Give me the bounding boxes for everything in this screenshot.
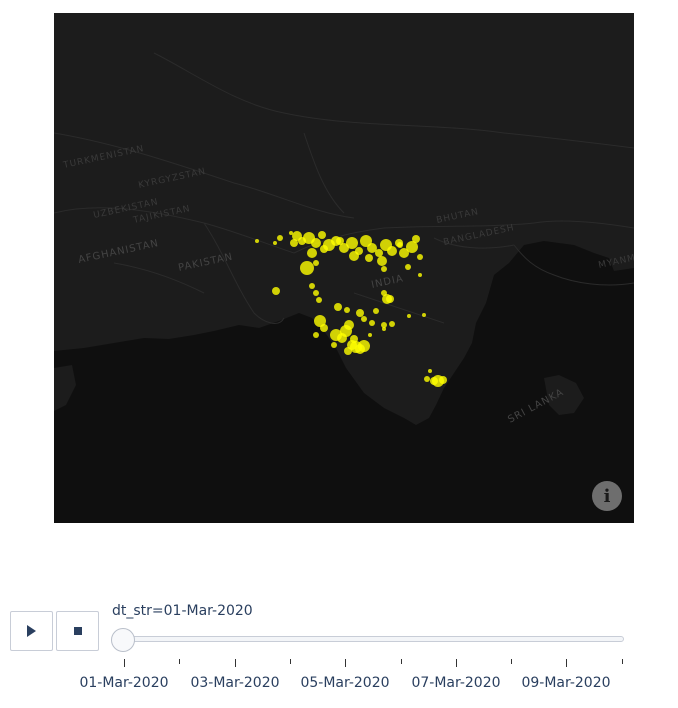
point-marker[interactable] [289,231,293,235]
point-marker[interactable] [349,251,359,261]
slider-tick-label[interactable]: 09-Mar-2020 [521,675,610,691]
point-marker[interactable] [389,321,395,327]
point-marker[interactable] [336,237,344,245]
point-marker[interactable] [356,309,364,317]
point-marker[interactable] [422,313,426,317]
point-marker[interactable] [344,320,354,330]
land-arabia [54,365,76,411]
slider-handle[interactable] [111,628,135,652]
info-icon[interactable]: i [592,481,622,511]
point-marker[interactable] [272,287,280,295]
point-marker[interactable] [418,273,422,277]
point-marker[interactable] [318,231,326,239]
slider-tick-minor [290,659,291,664]
slider-track[interactable] [124,636,624,642]
point-marker[interactable] [439,376,447,384]
play-button[interactable] [10,611,53,651]
slider-tick-label[interactable]: 03-Mar-2020 [190,675,279,691]
map-view[interactable]: TURKMENISTAN UZBEKISTAN KYRGYZSTAN TAJIK… [54,13,634,523]
point-marker[interactable] [277,235,283,241]
point-marker[interactable] [313,332,319,338]
point-marker[interactable] [320,245,328,253]
point-marker[interactable] [387,246,397,256]
point-marker[interactable] [331,342,337,348]
point-marker[interactable] [313,260,319,266]
point-marker[interactable] [307,248,317,258]
point-marker[interactable] [346,237,358,249]
point-marker[interactable] [300,261,314,275]
point-marker[interactable] [309,283,315,289]
point-marker[interactable] [381,266,387,272]
basemap: TURKMENISTAN UZBEKISTAN KYRGYZSTAN TAJIK… [54,13,634,426]
slider-tick-minor [179,659,180,664]
play-icon [27,625,36,637]
point-marker[interactable] [350,335,358,343]
point-marker[interactable] [407,314,411,318]
point-marker[interactable] [358,340,370,352]
point-marker[interactable] [316,297,322,303]
point-marker[interactable] [405,264,411,270]
point-marker[interactable] [344,307,350,313]
slider-tick-minor [511,659,512,664]
slider-tick-label[interactable]: 05-Mar-2020 [300,675,389,691]
slider-current-value: dt_str=01-Mar-2020 [112,603,253,619]
point-marker[interactable] [397,242,403,248]
point-marker[interactable] [368,333,372,337]
point-marker[interactable] [373,308,379,314]
point-marker[interactable] [428,369,432,373]
slider-tick-major [124,659,125,667]
slider-tick-major [456,659,457,667]
point-marker[interactable] [311,238,321,248]
point-marker[interactable] [365,254,373,262]
point-marker[interactable] [273,241,277,245]
point-marker[interactable] [386,295,394,303]
point-marker[interactable] [290,239,298,247]
slider-tick-major [235,659,236,667]
slider-tick-major [566,659,567,667]
point-marker[interactable] [424,376,430,382]
slider-tick-major [345,659,346,667]
point-marker[interactable] [369,320,375,326]
point-marker[interactable] [412,235,420,243]
stop-button[interactable] [56,611,99,651]
point-marker[interactable] [382,327,386,331]
point-marker[interactable] [255,239,259,243]
point-marker[interactable] [377,256,387,266]
point-marker[interactable] [320,324,328,332]
point-marker[interactable] [344,347,352,355]
point-marker[interactable] [375,249,383,257]
slider-tick-label[interactable]: 01-Mar-2020 [79,675,168,691]
point-marker[interactable] [417,254,423,260]
point-marker[interactable] [381,290,387,296]
stop-icon [73,627,82,635]
point-marker[interactable] [313,290,319,296]
point-marker[interactable] [334,303,342,311]
point-marker[interactable] [361,316,367,322]
slider-tick-label[interactable]: 07-Mar-2020 [411,675,500,691]
slider-tick-minor [401,659,402,664]
slider-tick-minor [622,659,623,664]
